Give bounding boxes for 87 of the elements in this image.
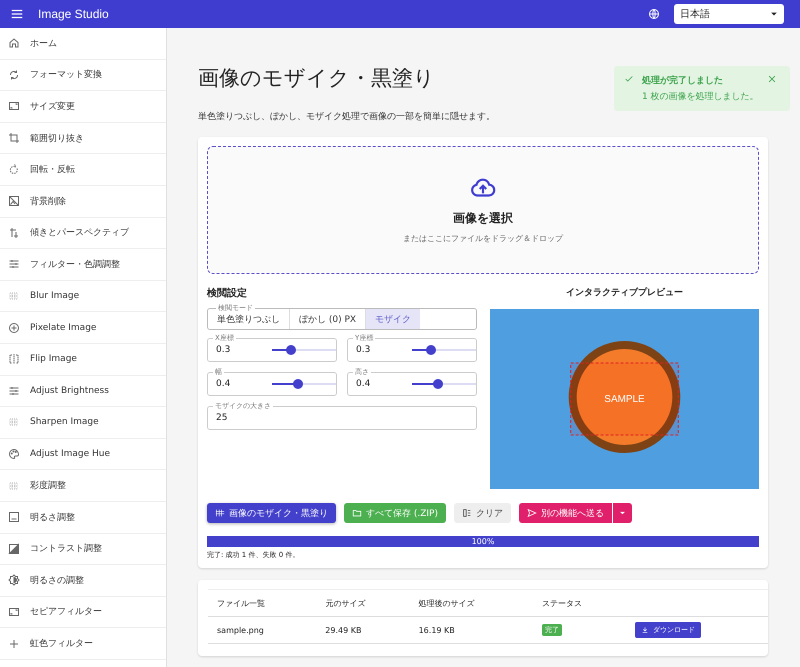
slider-thumb[interactable] — [292, 379, 303, 389]
sidebar-item[interactable]: 明るさの調整 — [0, 565, 166, 597]
upload-dropzone[interactable]: 画像を選択 またはここにファイルをドラッグ＆ドロップ — [207, 146, 759, 274]
sidebar-item[interactable]: Blur Image — [0, 280, 166, 312]
field-value: 25 — [216, 413, 228, 423]
caret-icon — [619, 509, 626, 517]
globe-icon — [648, 8, 660, 20]
sample-text: SAMPLE — [604, 394, 645, 405]
folder-icon — [352, 508, 362, 518]
sidebar-item[interactable]: フィルター・色調調整 — [0, 249, 166, 281]
crop-icon — [8, 132, 20, 144]
dropdown-button[interactable] — [612, 503, 632, 523]
check-icon — [624, 74, 634, 84]
download-icon — [641, 626, 650, 634]
menu-icon[interactable] — [10, 7, 24, 21]
tune-icon — [8, 258, 20, 270]
table-cell: 29.49 KB — [316, 616, 410, 644]
slider-thumb[interactable] — [426, 345, 436, 355]
slider[interactable] — [272, 345, 336, 355]
sidebar-item[interactable]: ホーム — [0, 28, 166, 60]
slider-thumb[interactable] — [432, 379, 443, 389]
sidebar-item[interactable]: セピアフィルター — [0, 596, 166, 628]
grid-icon — [215, 508, 225, 518]
table-cell: 16.19 KB — [410, 616, 533, 644]
clear-button[interactable]: クリア — [454, 503, 511, 523]
slider[interactable] — [272, 379, 336, 389]
table-cell: sample.png — [208, 616, 316, 644]
sidebar-item[interactable]: 虹色フィルター — [0, 628, 166, 660]
field-value: 0.4 — [356, 379, 372, 389]
caret-icon — [770, 10, 778, 18]
sidebar-item[interactable]: フォーマット変換 — [0, 60, 166, 92]
slider-thumb[interactable] — [286, 345, 296, 355]
send-button[interactable]: 別の機能へ送る — [519, 503, 612, 523]
sidebar-item[interactable]: Flip Image — [0, 344, 166, 376]
language-select[interactable]: 日本語 — [674, 4, 784, 24]
brightness-icon — [8, 574, 20, 586]
frame-icon — [8, 606, 20, 618]
dots-grid-icon — [8, 480, 20, 492]
field-value: 0.4 — [216, 379, 232, 389]
mode-toggle[interactable]: モザイク — [366, 309, 420, 329]
sync-icon — [8, 68, 20, 81]
toast-title: 処理が完了しました — [642, 74, 724, 87]
primary-button[interactable]: 画像のモザイク・黒塗り — [207, 503, 336, 523]
sidebar-item[interactable]: Adjust Image Hue — [0, 438, 166, 470]
column-header: 元のサイズ — [316, 590, 410, 616]
toast-message: 1 枚の画像を処理しました。 — [642, 90, 759, 103]
send-icon — [527, 508, 537, 518]
sidebar-item[interactable]: 傾きとパースペクティブ — [0, 218, 166, 250]
home-icon — [8, 37, 20, 50]
sidebar-item[interactable]: 明るさ調整 — [0, 502, 166, 534]
frame-icon — [8, 100, 20, 112]
column-header: 処理後のサイズ — [410, 590, 533, 616]
tune-icon — [8, 384, 20, 397]
dropzone-hint: またはここにファイルをドラッグ＆ドロップ — [403, 233, 563, 244]
sidebar-item[interactable]: 回転・反転 — [0, 154, 166, 186]
plus-icon — [8, 638, 20, 650]
app-title: Image Studio — [38, 7, 110, 21]
preview-title: インタラクティブプレビュー — [565, 286, 684, 299]
sidebar-item[interactable]: 範囲切り抜き — [0, 122, 166, 154]
contrast-icon — [8, 542, 20, 555]
page-description: 単色塗りつぶし、ぼかし、モザイク処理で画像の一部を簡単に隠せます。 — [198, 110, 496, 123]
dropzone-title: 画像を選択 — [453, 210, 513, 227]
sidebar-item[interactable]: Pixelate Image — [0, 312, 166, 344]
field-value: 0.3 — [356, 345, 372, 355]
selection-rectangle[interactable] — [570, 362, 679, 436]
column-header: ファイル一覧 — [208, 590, 316, 616]
sidebar-item[interactable]: 背景削除 — [0, 186, 166, 218]
sidebar-item[interactable]: 彩度調整 — [0, 470, 166, 502]
palette-icon — [8, 448, 20, 460]
sidebar-item[interactable]: コントラスト調整 — [0, 534, 166, 566]
page-title: 画像のモザイク・黒塗り — [198, 65, 435, 92]
sidebar-item[interactable]: Adjust Brightness — [0, 376, 166, 408]
plus-circle-icon — [8, 322, 20, 334]
flip-icon — [8, 353, 20, 366]
transform-icon — [8, 226, 20, 239]
slider[interactable] — [412, 379, 476, 389]
settings-title: 検閲設定 — [207, 286, 248, 300]
column-header: ステータス — [532, 590, 626, 616]
slider[interactable] — [412, 345, 476, 355]
progress-label: 100% — [470, 536, 496, 547]
image-icon — [8, 511, 20, 524]
sidebar-item[interactable]: サイズ変更 — [0, 91, 166, 123]
close-icon[interactable] — [766, 74, 777, 84]
rotate-icon — [8, 164, 20, 176]
sidebar-item[interactable]: Sharpen Image — [0, 407, 166, 439]
field-value: 0.3 — [216, 345, 232, 355]
image-slash-icon — [8, 195, 20, 208]
